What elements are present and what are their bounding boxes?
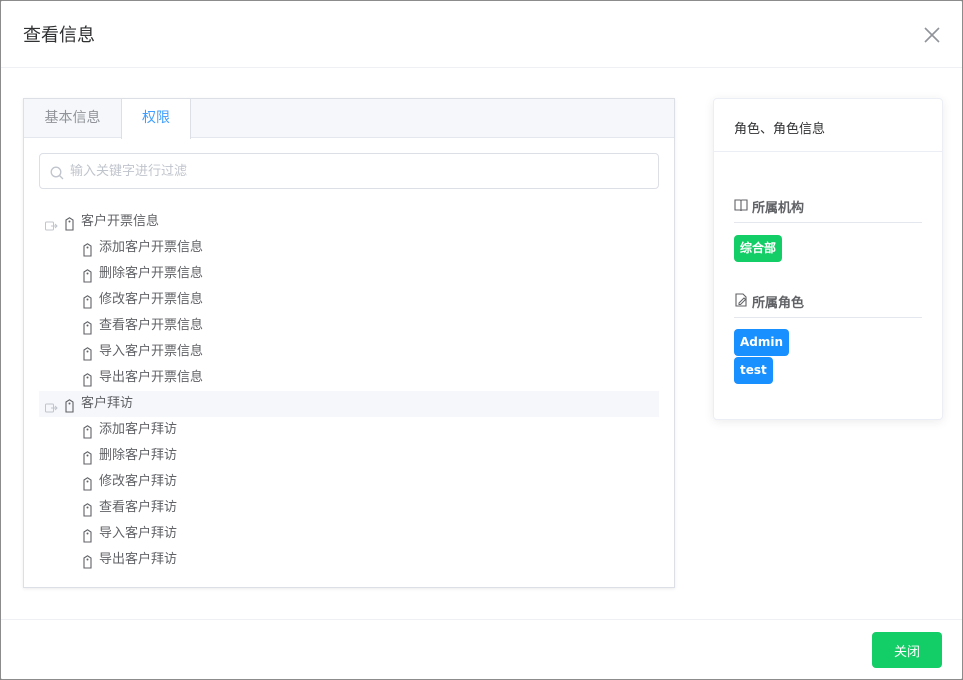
role-section-title: 所属角色 [734, 292, 922, 318]
tree-node-parent[interactable]: 客户开票信息 [39, 209, 659, 235]
role-badge: test [734, 357, 773, 384]
tag-icon [82, 241, 93, 257]
org-badge: 综合部 [734, 235, 783, 262]
role-badge: Admin [734, 329, 790, 356]
tree-node-child[interactable]: 删除客户开票信息 [39, 261, 659, 287]
permission-tree: 客户开票信息 添加客户开票信息 删除客户开票信息 修改客户开票信息 查看客户开票… [39, 209, 659, 573]
tree-node-label: 添加客户开票信息 [99, 240, 204, 255]
tree-node-label: 删除客户开票信息 [99, 266, 204, 281]
org-section-title: 所属机构 [734, 197, 922, 223]
tree-node-child[interactable]: 导出客户拜访 [39, 547, 659, 573]
tree-node-child[interactable]: 修改客户开票信息 [39, 287, 659, 313]
tree-node-label: 删除客户拜访 [99, 448, 178, 463]
tree-node-child[interactable]: 导入客户拜访 [39, 521, 659, 547]
tag-icon [64, 397, 75, 413]
tag-icon [64, 215, 75, 231]
expand-toggle-icon[interactable] [45, 216, 58, 231]
filter-search-box[interactable] [39, 153, 659, 189]
tree-node-child[interactable]: 添加客户拜访 [39, 417, 659, 443]
tree-node-label: 添加客户拜访 [99, 422, 178, 437]
tag-icon [82, 293, 93, 309]
tree-node-label: 导出客户开票信息 [99, 370, 204, 385]
info-card-title: 角色、角色信息 [734, 122, 826, 137]
tree-node-label: 客户拜访 [81, 396, 134, 411]
tab-permissions[interactable]: 权限 [121, 99, 191, 139]
tree-node-label: 修改客户拜访 [99, 474, 178, 489]
tag-icon [82, 423, 93, 439]
info-card-header: 角色、角色信息 [714, 99, 942, 152]
close-button[interactable]: 关闭 [872, 632, 942, 668]
tabs-card: 基本信息 权限 客户开票信息 添加客户开票信息 删除客户开票信息 [23, 98, 675, 588]
tree-node-label: 导出客户拜访 [99, 552, 178, 567]
dialog-header: 查看信息 [1, 1, 962, 68]
filter-input[interactable] [70, 154, 650, 188]
tree-node-label: 查看客户开票信息 [99, 318, 204, 333]
tag-icon [82, 449, 93, 465]
tag-icon [82, 319, 93, 335]
view-info-dialog: 查看信息 基本信息 权限 客户开票信息 添加客户开票信息 [0, 0, 963, 680]
tree-node-child[interactable]: 删除客户拜访 [39, 443, 659, 469]
tree-node-parent[interactable]: 客户拜访 [39, 391, 659, 417]
tag-icon [82, 553, 93, 569]
tag-icon [82, 371, 93, 387]
tree-node-label: 导入客户拜访 [99, 526, 178, 541]
tag-icon [82, 501, 93, 517]
role-section-label: 所属角色 [752, 296, 805, 311]
close-icon[interactable] [922, 25, 942, 45]
tree-node-child[interactable]: 查看客户拜访 [39, 495, 659, 521]
tree-node-label: 导入客户开票信息 [99, 344, 204, 359]
role-info-card: 角色、角色信息 所属机构 综合部 所属角色 Admin test [713, 98, 943, 420]
dialog-footer: 关闭 [1, 619, 962, 679]
tree-node-label: 查看客户拜访 [99, 500, 178, 515]
tab-bar: 基本信息 权限 [24, 99, 674, 139]
tree-node-child[interactable]: 导入客户开票信息 [39, 339, 659, 365]
tag-icon [82, 267, 93, 283]
tree-node-child[interactable]: 修改客户拜访 [39, 469, 659, 495]
tree-node-child[interactable]: 查看客户开票信息 [39, 313, 659, 339]
tab-basic-info[interactable]: 基本信息 [24, 99, 121, 138]
tree-node-child[interactable]: 添加客户开票信息 [39, 235, 659, 261]
search-icon [50, 165, 64, 180]
expand-toggle-icon[interactable] [45, 398, 58, 413]
tag-icon [82, 345, 93, 361]
book-icon [734, 198, 748, 212]
tag-icon [82, 527, 93, 543]
tag-icon [82, 475, 93, 491]
tree-node-label: 修改客户开票信息 [99, 292, 204, 307]
dialog-title: 查看信息 [23, 25, 95, 46]
org-section-label: 所属机构 [752, 201, 805, 216]
tree-node-label: 客户开票信息 [81, 214, 160, 229]
edit-icon [734, 293, 748, 307]
tree-node-child[interactable]: 导出客户开票信息 [39, 365, 659, 391]
